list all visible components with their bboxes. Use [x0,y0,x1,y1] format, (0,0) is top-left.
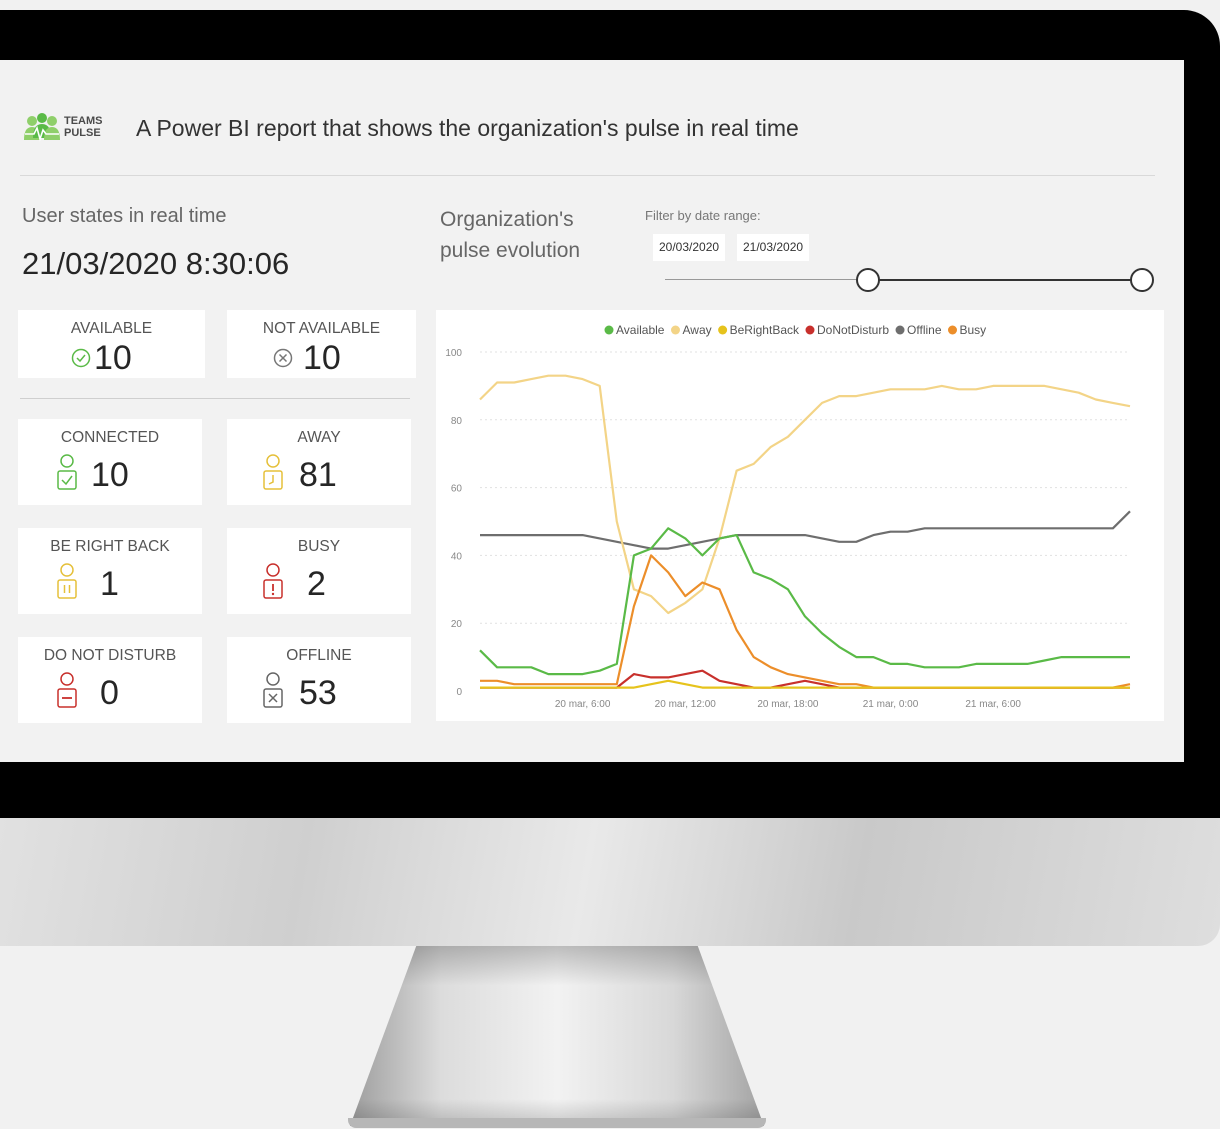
logo-text-line1: TEAMS [64,115,103,127]
card-value: 10 [91,456,129,494]
person-x-icon [263,672,283,708]
card-be-right-back[interactable]: BE RIGHT BACK 1 [18,528,202,614]
card-label: AVAILABLE [70,320,153,337]
legend-marker [805,325,815,335]
report-title: A Power BI report that shows the organiz… [136,115,799,141]
realtime-timestamp: 21/03/2020 8:30:06 [22,246,290,281]
card-connected[interactable]: CONNECTED 10 [18,419,202,505]
teams-pulse-logo: TEAMS PULSE [22,112,132,148]
legend-marker [718,325,728,335]
series-line [480,554,1131,689]
legend-label: Offline [907,323,942,337]
card-label: BE RIGHT BACK [50,538,170,555]
legend-marker [670,325,680,335]
legend-label: Away [682,323,711,337]
card-label: AWAY [297,429,341,446]
date-range-slider-fill [868,279,1140,281]
x-tick-label: 21 mar, 0:00 [863,699,919,710]
x-tick-label: 20 mar, 6:00 [555,699,611,710]
legend-label: BeRightBack [730,323,800,337]
y-tick-label: 40 [451,551,463,562]
series-line [480,510,1131,550]
x-tick-label: 20 mar, 12:00 [655,699,717,710]
date-range-end-handle[interactable] [1130,268,1154,292]
person-minus-icon [57,672,77,708]
card-value: 10 [94,339,132,377]
monitor-chin [0,818,1220,946]
card-value: 0 [100,674,119,712]
y-tick-label: 0 [456,687,462,698]
x-tick-label: 21 mar, 6:00 [965,699,1021,710]
y-tick-label: 60 [451,484,463,495]
pulse-line-chart: 0 20 40 60 80 100 20 mar, 6:00 20 mar, 12:00 20 … [436,310,1164,721]
card-available[interactable]: AVAILABLE 10 [18,310,205,378]
card-away[interactable]: AWAY 81 [227,419,411,505]
person-clock-icon [263,454,283,490]
legend-marker [895,325,905,335]
series-line [479,374,1131,615]
chart-svg: 0 20 40 60 80 100 20 mar, 6:00 20 mar, 12:00 20 … [445,323,1131,710]
card-value: 1 [100,565,119,603]
series-line [479,527,1130,676]
people-group-icon [24,113,60,142]
card-label: NOT AVAILABLE [262,320,381,337]
card-label: CONNECTED [60,429,160,446]
cards-divider [20,398,410,399]
card-value: 81 [299,456,337,494]
card-value: 10 [303,339,341,377]
x-circle-icon [273,348,293,368]
card-not-available[interactable]: NOT AVAILABLE 10 [227,310,416,378]
y-tick-label: 80 [451,416,463,427]
legend-marker [948,325,957,335]
section-label-user-states: User states in real time [22,205,227,227]
date-range-start-handle[interactable] [856,268,880,292]
x-tick-label: 20 mar, 18:00 [757,699,819,710]
legend-label: Busy [960,323,987,337]
check-circle-icon [71,348,91,368]
card-do-not-disturb[interactable]: DO NOT DISTURB 0 [18,637,202,723]
y-tick-label: 100 [445,348,462,359]
logo-text-line2: PULSE [64,127,101,139]
card-label: DO NOT DISTURB [43,647,177,664]
card-offline[interactable]: OFFLINE 53 [227,637,411,723]
date-filter-label: Filter by date range: [645,208,761,223]
y-tick-label: 20 [451,619,463,630]
card-label: OFFLINE [286,647,352,664]
report-screen: TEAMS PULSE A Power BI report that shows… [0,60,1184,762]
card-label: BUSY [297,538,341,555]
card-value: 53 [299,674,337,712]
person-pause-icon [57,563,77,599]
date-to-input[interactable]: 21/03/2020 [737,234,810,261]
legend-marker [604,325,614,335]
legend-label: DoNotDisturb [817,323,889,337]
chart-section-title: Organization's pulse evolution [440,208,581,262]
person-check-icon [57,454,77,490]
card-value: 2 [307,565,326,603]
monitor-stand-base [348,1118,766,1128]
card-busy[interactable]: BUSY 2 [227,528,411,614]
person-exclamation-icon [263,563,283,599]
header-divider [20,175,1155,176]
legend-label: Available [616,323,665,337]
date-from-input[interactable]: 20/03/2020 [653,234,726,261]
